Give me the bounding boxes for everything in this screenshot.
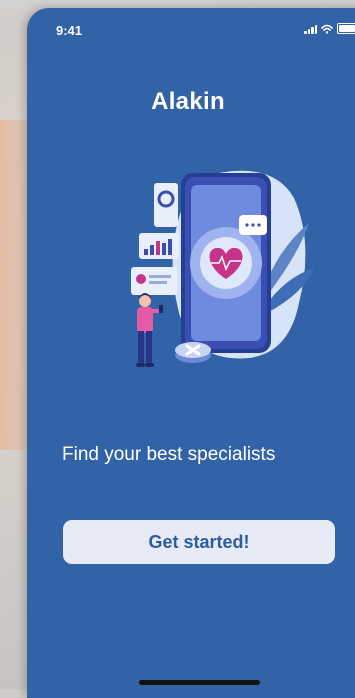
wifi-icon xyxy=(321,24,333,34)
person-legs xyxy=(138,331,144,365)
signal-icon xyxy=(304,24,317,34)
tagline: Find your best specialists xyxy=(62,444,276,465)
status-bar: 9:41 xyxy=(27,8,355,48)
battery-icon xyxy=(337,23,355,34)
get-started-button[interactable]: Get started! xyxy=(63,520,335,564)
phone-screen: 9:41 Alakin Find your best specialists G… xyxy=(27,8,355,698)
status-time: 9:41 xyxy=(56,23,83,38)
person-body xyxy=(137,307,153,333)
status-icons xyxy=(304,23,355,34)
home-indicator xyxy=(139,680,260,685)
healthcare-illustration xyxy=(131,170,314,367)
app-title: Alakin xyxy=(151,88,225,115)
